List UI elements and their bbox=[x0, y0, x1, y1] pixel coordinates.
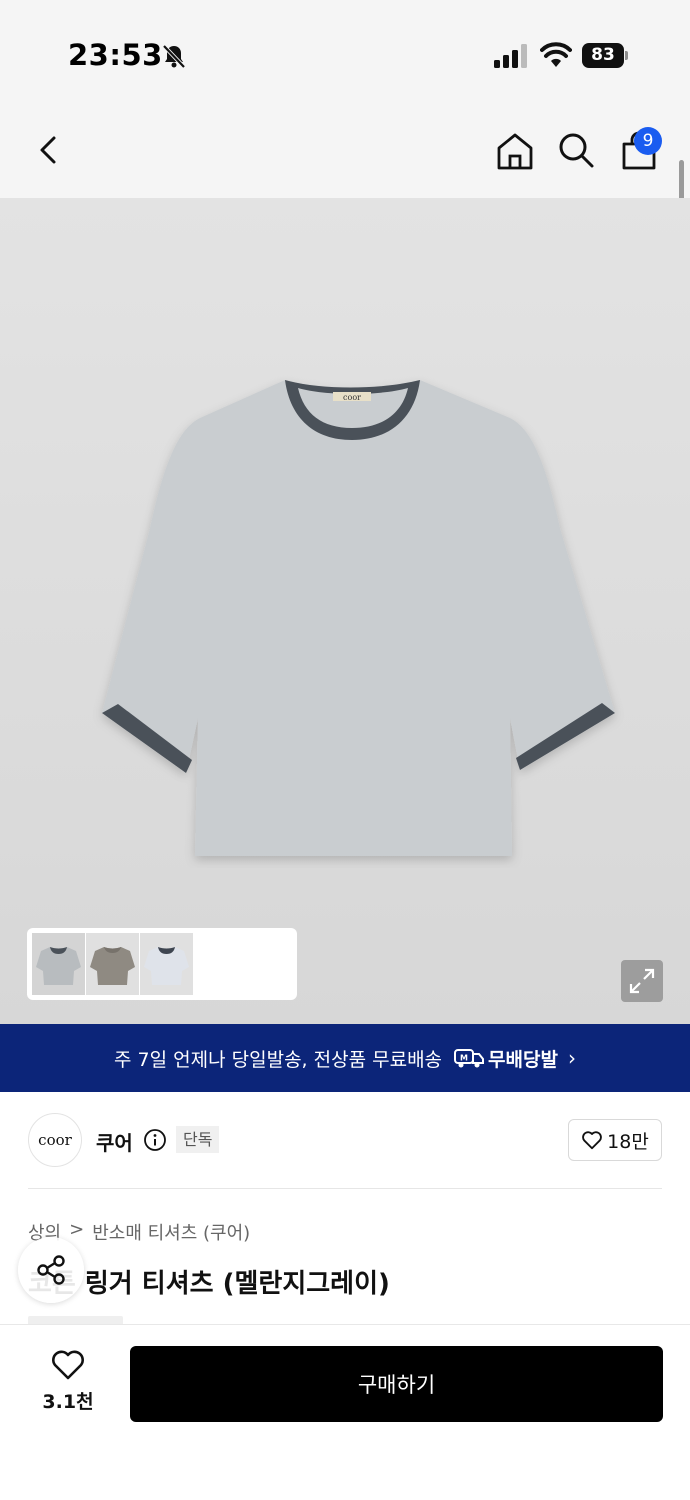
divider bbox=[28, 1188, 662, 1189]
product-photo: coor bbox=[102, 380, 615, 856]
expand-icon[interactable] bbox=[621, 960, 663, 1002]
bell-off-icon bbox=[162, 44, 186, 69]
promo-brand-label: 무배당발 bbox=[488, 1048, 558, 1071]
breadcrumb-subcategory[interactable]: 반소매 티셔츠 (쿠어) bbox=[92, 1219, 250, 1245]
thumbnail-grey-shirt bbox=[36, 947, 81, 985]
product-image-gallery[interactable]: coor bbox=[0, 198, 690, 1024]
thumbnail-brown-shirt bbox=[90, 947, 135, 985]
share-icon bbox=[37, 1255, 65, 1285]
share-button[interactable] bbox=[18, 1237, 84, 1303]
status-time: 23:53 bbox=[68, 38, 163, 72]
back-arrow-icon[interactable] bbox=[30, 130, 66, 170]
shirt-label-text: coor bbox=[343, 393, 361, 402]
info-icon[interactable] bbox=[143, 1128, 167, 1152]
chevron-right-icon: › bbox=[567, 1046, 576, 1070]
wishlist-button[interactable]: 3.1천 bbox=[30, 1349, 106, 1419]
wifi-icon bbox=[540, 42, 572, 67]
delivery-truck-icon: M bbox=[454, 1049, 485, 1068]
brand-like-count: 18만 bbox=[607, 1130, 649, 1153]
thumbnail-grey[interactable] bbox=[32, 933, 85, 995]
cellular-signal-icon bbox=[494, 44, 527, 68]
exclusive-badge: 단독 bbox=[176, 1126, 220, 1153]
breadcrumb-separator: > bbox=[69, 1219, 85, 1240]
heart-icon bbox=[52, 1350, 84, 1380]
brand-logo[interactable]: coor bbox=[28, 1113, 82, 1167]
wishlist-count: 3.1천 bbox=[42, 1391, 94, 1413]
battery-cap bbox=[625, 51, 628, 60]
battery-level: 83 bbox=[582, 43, 624, 68]
battery-indicator: 83 bbox=[582, 43, 628, 68]
bottom-action-bar: 3.1천 구매하기 bbox=[0, 1324, 690, 1500]
thumbnail-strip bbox=[27, 928, 297, 1000]
svg-text:M: M bbox=[460, 1054, 468, 1063]
thumbnail-brown[interactable] bbox=[86, 933, 139, 995]
heart-icon bbox=[582, 1131, 603, 1150]
cart-count-badge: 9 bbox=[634, 127, 662, 155]
thumbnail-white-shirt bbox=[144, 947, 189, 985]
thumbnail-white[interactable] bbox=[140, 933, 193, 995]
delivery-promo-banner[interactable]: 주 7일 언제나 당일발송, 전상품 무료배송 M 무배당발 › bbox=[0, 1024, 690, 1092]
brand-name[interactable]: 쿠어 bbox=[96, 1127, 133, 1156]
brand-like-button[interactable]: 18만 bbox=[568, 1119, 662, 1161]
home-icon[interactable] bbox=[494, 130, 536, 172]
top-navigation bbox=[0, 100, 690, 198]
promo-text: 주 7일 언제나 당일발송, 전상품 무료배송 bbox=[114, 1048, 443, 1071]
buy-button[interactable]: 구매하기 bbox=[130, 1346, 663, 1422]
search-icon[interactable] bbox=[556, 130, 596, 170]
status-bar: 23:53 83 bbox=[0, 0, 690, 100]
